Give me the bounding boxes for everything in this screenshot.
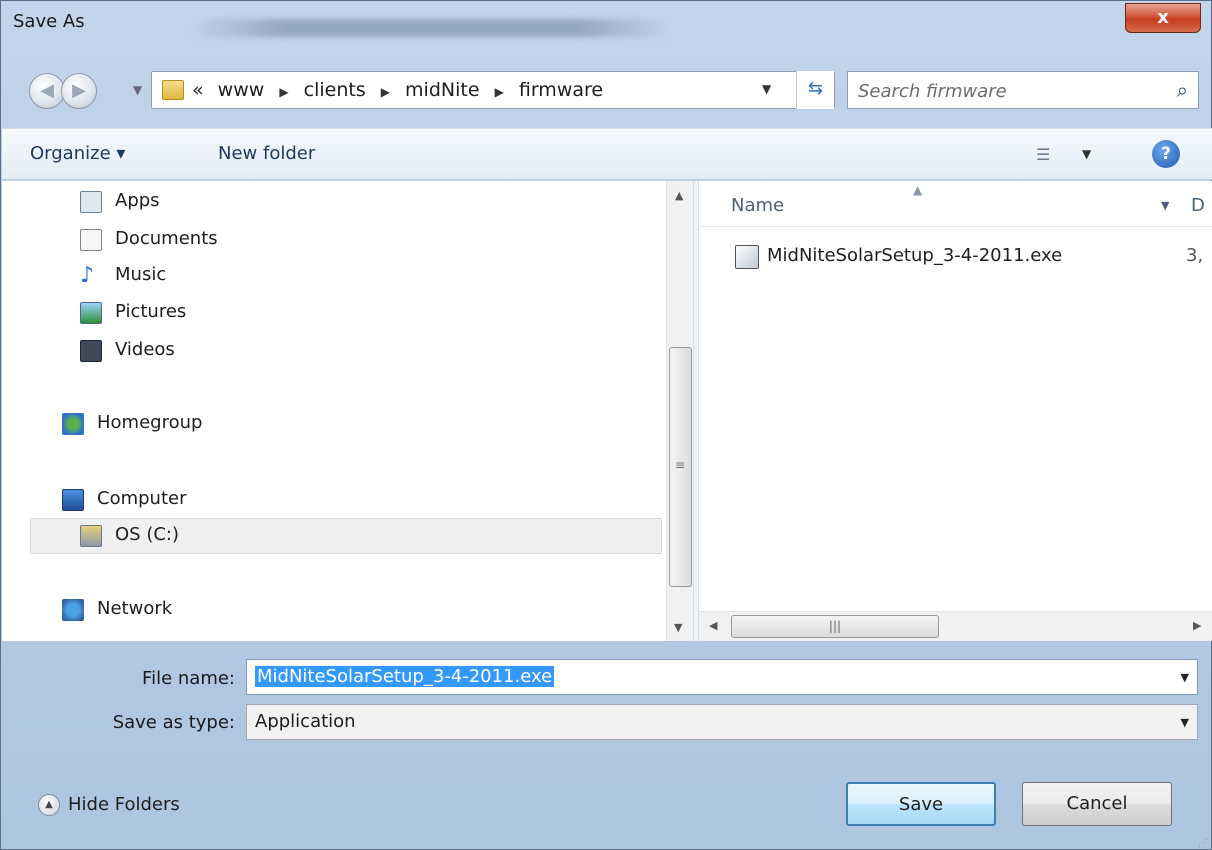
drive-icon (80, 525, 102, 547)
organize-menu-button[interactable]: Organize ▾ (30, 143, 125, 164)
refresh-button[interactable]: ⇆ (796, 71, 834, 109)
breadcrumb-separator-icon[interactable]: ▶ (279, 85, 288, 99)
help-icon[interactable]: ? (1152, 140, 1180, 168)
nav-item-label: Music (115, 264, 167, 285)
column-header-date[interactable]: D (1191, 195, 1205, 216)
cancel-button[interactable]: Cancel (1022, 782, 1172, 826)
change-view-icon[interactable]: ☰ (1036, 145, 1050, 164)
file-list-pane: Name ▲ ▼ D MidNiteSolarSetup_3-4-2011.ex… (699, 181, 1212, 641)
hide-folders-label: Hide Folders (68, 794, 180, 815)
file-name-value[interactable]: MidNiteSolarSetup_3-4-2011.exe (255, 666, 555, 687)
navigation-pane-scrollbar[interactable]: ▲ ≡ (666, 181, 693, 641)
save-as-type-value: Application (255, 711, 356, 732)
network-icon (62, 599, 84, 621)
nav-item-label: Computer (97, 488, 187, 509)
refresh-icon: ⇆ (807, 78, 824, 99)
documents-icon (80, 229, 102, 251)
column-filter-dropdown-icon[interactable]: ▼ (1161, 199, 1169, 212)
save-form: File name: MidNiteSolarSetup_3-4-2011.ex… (2, 641, 1212, 850)
search-input[interactable] (858, 78, 1148, 104)
apps-icon (80, 191, 102, 213)
sort-ascending-icon: ▲ (913, 183, 923, 197)
address-dropdown-icon[interactable]: ▼ (762, 82, 771, 96)
breadcrumb-separator-icon[interactable]: ▶ (495, 85, 504, 99)
breadcrumb-separator-icon[interactable]: ▶ (381, 85, 390, 99)
hide-folders-button[interactable]: ▲ Hide Folders (38, 794, 180, 816)
breadcrumb-item[interactable]: clients (304, 79, 366, 101)
forward-button[interactable]: ▶ (61, 73, 97, 109)
forward-arrow-icon: ▶ (72, 80, 86, 101)
column-header: Name ▲ ▼ D (699, 181, 1212, 227)
scroll-down-icon[interactable]: ▼ (674, 621, 682, 634)
nav-item-label: Pictures (115, 301, 187, 322)
recent-locations-dropdown[interactable]: ▼ (133, 83, 142, 97)
back-arrow-icon: ◀ (40, 80, 54, 101)
scrollbar-grip-icon: ≡ (675, 458, 686, 472)
breadcrumb-item[interactable]: www (218, 79, 265, 101)
new-folder-button[interactable]: New folder (218, 143, 315, 164)
nav-item-label: Apps (115, 190, 160, 211)
file-list-item[interactable]: MidNiteSolarSetup_3-4-2011.exe 3, (735, 241, 1212, 273)
scroll-up-icon[interactable]: ▲ (675, 189, 683, 202)
executable-file-icon (735, 245, 759, 269)
breadcrumb-overflow[interactable]: « (192, 79, 204, 101)
save-as-dialog: Save As x ◀ ▶ ▼ « www ▶ clients ▶ midNit… (0, 0, 1212, 850)
search-box[interactable]: ⌕ (847, 71, 1199, 109)
music-icon: ♪ (80, 263, 95, 288)
save-as-type-label: Save as type: (112, 712, 235, 733)
folder-icon (162, 80, 184, 100)
command-toolbar: Organize ▾ New folder ☰ ▼ ? (2, 128, 1212, 180)
scroll-left-icon[interactable]: ◀ (709, 619, 717, 632)
file-name-label: File name: (142, 668, 235, 689)
breadcrumb-item[interactable]: midNite (405, 79, 479, 101)
scroll-right-icon[interactable]: ▶ (1193, 619, 1201, 632)
save-as-type-dropdown-icon[interactable]: ▼ (1181, 716, 1189, 729)
collapse-up-icon: ▲ (38, 794, 60, 816)
pictures-icon (80, 302, 102, 324)
navigation-pane: Apps Documents ♪ Music Pictures Videos H… (2, 181, 666, 641)
view-options-dropdown-icon[interactable]: ▼ (1082, 147, 1091, 161)
computer-icon (62, 489, 84, 511)
nav-item-label: Homegroup (97, 412, 203, 433)
nav-item-label: Documents (115, 228, 218, 249)
column-header-name[interactable]: Name (731, 195, 784, 216)
horizontal-scrollbar-thumb[interactable]: ||| (731, 615, 939, 638)
file-list-horizontal-scrollbar[interactable]: ◀ ||| ▶ (699, 611, 1212, 641)
file-name: MidNiteSolarSetup_3-4-2011.exe (767, 245, 1063, 266)
file-name-dropdown-icon[interactable]: ▼ (1181, 671, 1189, 684)
close-button[interactable]: x (1125, 3, 1201, 33)
nav-item-label: Videos (115, 339, 175, 360)
file-date: 3, (1186, 245, 1204, 266)
save-as-type-select[interactable]: Application ▼ (246, 704, 1198, 740)
videos-icon (80, 340, 102, 362)
breadcrumb-item[interactable]: firmware (519, 79, 603, 101)
blurred-background-title (191, 19, 671, 37)
window-title: Save As (13, 11, 85, 32)
homegroup-icon (62, 413, 84, 435)
save-button[interactable]: Save (846, 782, 996, 826)
back-button[interactable]: ◀ (29, 73, 65, 109)
search-icon[interactable]: ⌕ (1177, 78, 1188, 102)
navigation-row: ◀ ▶ ▼ « www ▶ clients ▶ midNite ▶ firmwa… (1, 67, 1211, 113)
scrollbar-grip-icon: ||| (828, 619, 842, 633)
nav-item-label: Network (97, 598, 173, 619)
file-name-field[interactable]: MidNiteSolarSetup_3-4-2011.exe ▼ (246, 659, 1198, 695)
resize-grip-icon[interactable]: ⋰ (1198, 838, 1208, 849)
title-bar: Save As x (1, 1, 1211, 49)
nav-item-label: OS (C:) (115, 524, 179, 545)
address-bar[interactable]: « www ▶ clients ▶ midNite ▶ firmware ▼ (151, 71, 835, 109)
breadcrumb: « www ▶ clients ▶ midNite ▶ firmware (192, 79, 603, 101)
